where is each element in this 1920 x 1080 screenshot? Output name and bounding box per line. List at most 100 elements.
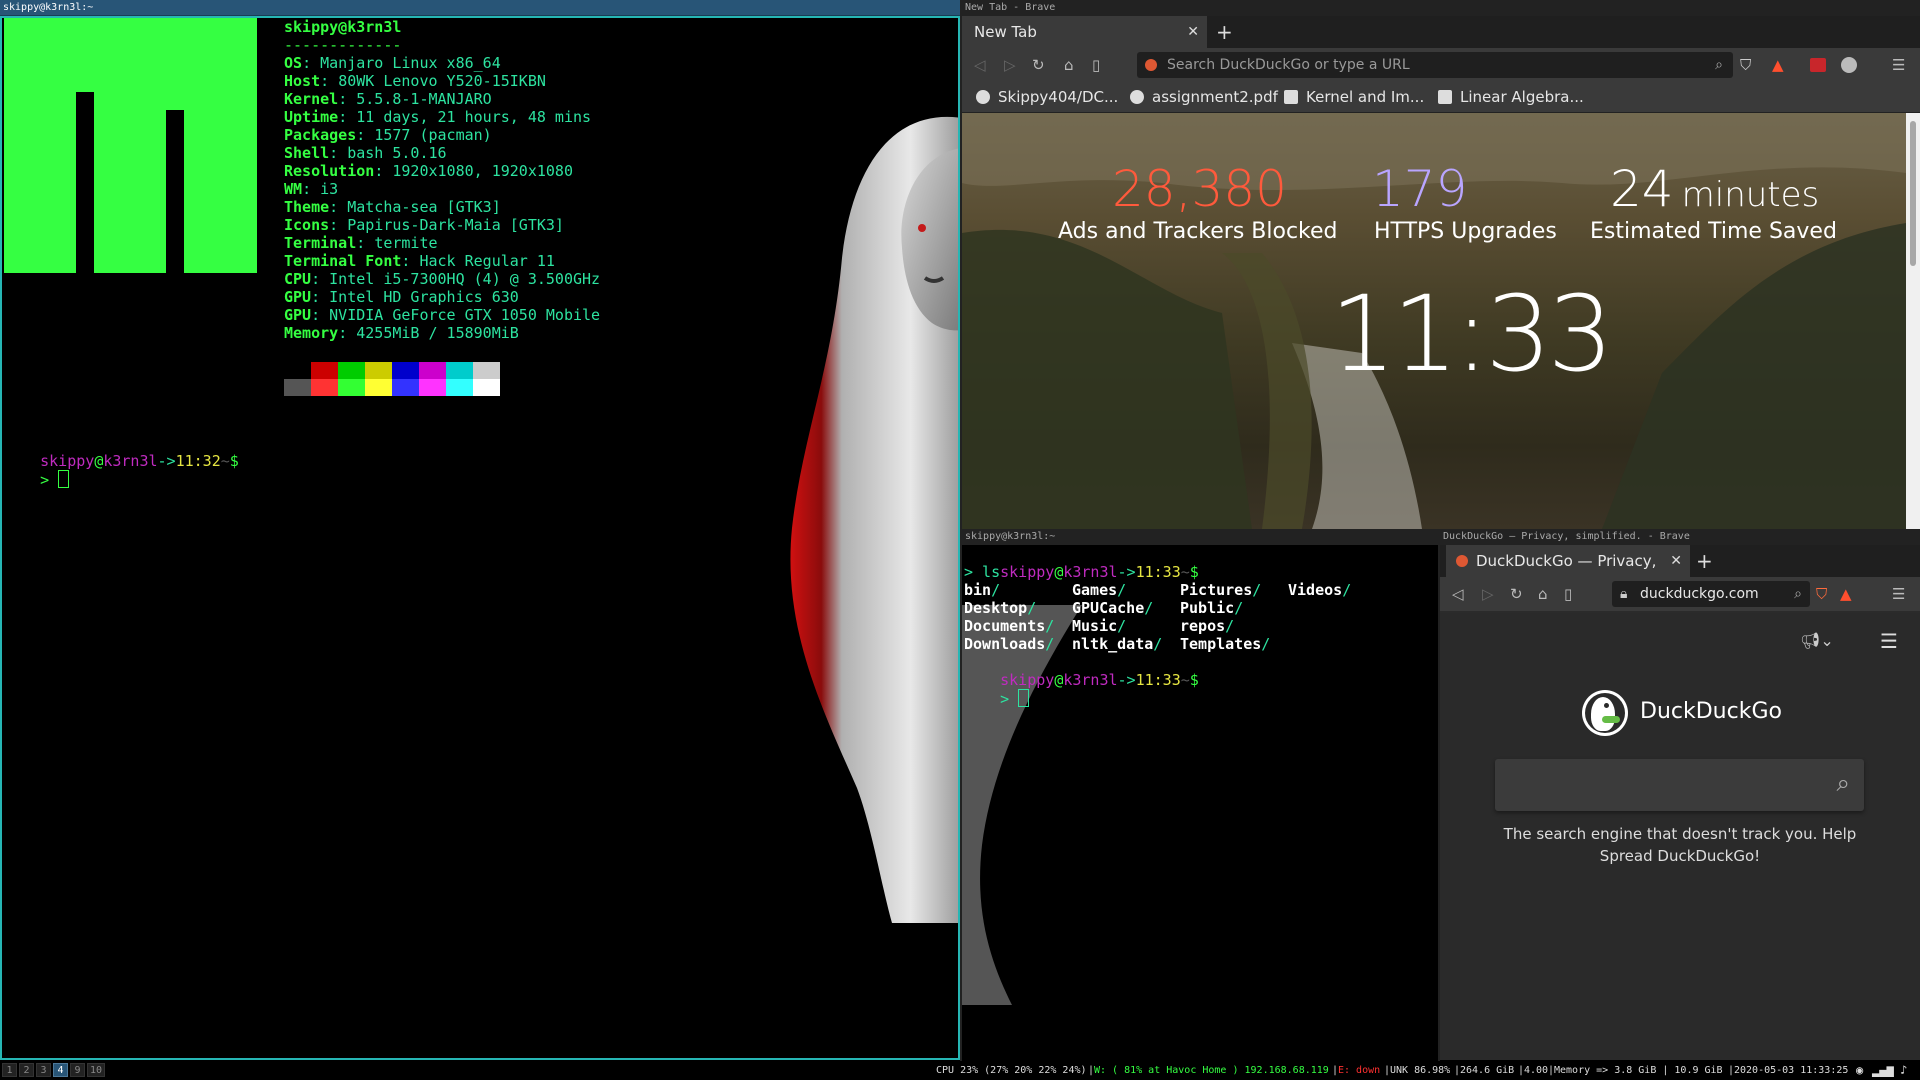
reload-icon[interactable]: ↻ (1510, 585, 1523, 603)
mid-terminal-window[interactable]: skippy@k3rn3l->11:33~$ > ls bin/Desktop/… (962, 545, 1438, 1060)
extension-compass-icon[interactable] (1841, 57, 1857, 73)
command-line[interactable]: > (4, 452, 70, 507)
neofetch-row: Icons: Papirus-Dark-Maia [GTK3] (284, 216, 564, 234)
bookmark-item-linear-algebra[interactable]: Linear Algebra... (1438, 82, 1584, 112)
close-tab-icon[interactable]: ✕ (1187, 16, 1199, 48)
workspace-button[interactable]: 9 (70, 1063, 85, 1077)
extension-icon[interactable] (1810, 58, 1826, 72)
duckduckgo-tagline: The search engine that doesn't track you… (1503, 825, 1857, 865)
directory-entry: Videos/ (1288, 581, 1352, 599)
datetime-status: 2020-05-03 11:33:25 (1734, 1065, 1849, 1076)
directory-entry: Public/ (1180, 599, 1244, 617)
brave-shields-icon[interactable]: ⛉ (1816, 585, 1827, 603)
tab-new-tab[interactable]: New Tab ✕ (962, 16, 1207, 48)
color-swatch (446, 362, 473, 379)
text-cursor (1018, 689, 1030, 707)
mid-command: > ls (964, 563, 1001, 581)
reload-icon[interactable]: ↻ (1032, 56, 1045, 74)
directory-entry: GPUCache/ (1072, 599, 1154, 617)
back-icon[interactable]: ◁ (974, 56, 986, 74)
directory-entry: Pictures/ (1180, 581, 1262, 599)
workspace-button[interactable]: 1 (2, 1063, 17, 1077)
bookmark-icon[interactable]: ▯ (1564, 585, 1572, 603)
color-swatch (284, 379, 311, 396)
new-tab-button[interactable]: + (1216, 16, 1233, 48)
neofetch-row: GPU: NVIDIA GeForce GTX 1050 Mobile (284, 306, 601, 324)
brave-window-newtab[interactable]: New Tab ✕ + ◁ ▷ ↻ ⌂ ▯ Search DuckDuckGo … (962, 16, 1920, 529)
neofetch-row: Terminal Font: Hack Regular 11 (284, 252, 555, 270)
brave-bottom-titlebar[interactable]: DuckDuckGo — Privacy, simplified. - Brav… (1440, 529, 1920, 545)
bookmark-item-assignment[interactable]: assignment2.pdf (1130, 82, 1278, 112)
neofetch-row: OS: Manjaro Linux x86_64 (284, 54, 501, 72)
bookmark-icon[interactable]: ▯ (1092, 56, 1100, 74)
neofetch-row: Resolution: 1920x1080, 1920x1080 (284, 162, 573, 180)
brave-rewards-icon[interactable]: ▲ (1772, 56, 1784, 74)
megaphone-icon[interactable]: 📢︎⌄ (1800, 631, 1834, 650)
color-swatch (311, 362, 338, 379)
neofetch-row: CPU: Intel i5-7300HQ (4) @ 3.500GHz (284, 270, 601, 288)
page-icon (1438, 90, 1452, 104)
hamburger-menu-icon[interactable]: ☰ (1880, 629, 1898, 653)
menu-icon[interactable]: ☰ (1892, 56, 1905, 74)
directory-entry: Desktop/ (964, 599, 1037, 617)
bookmark-item-github[interactable]: Skippy404/DC... (976, 82, 1118, 112)
discord-tray-icon[interactable]: ◉ (1856, 1061, 1863, 1080)
menu-icon[interactable]: ☰ (1892, 585, 1905, 603)
volume-tray-icon[interactable]: ♪ (1900, 1061, 1907, 1080)
address-bar[interactable]: Search DuckDuckGo or type a URL ⌕ (1137, 52, 1733, 78)
left-window-titlebar[interactable]: skippy@k3rn3l:~ (0, 0, 960, 16)
directory-entry: Templates/ (1180, 635, 1271, 653)
neofetch-userhost: skippy@k3rn3l (284, 18, 402, 36)
wifi-status: W: ( 81% at Havoc Home ) 192.168.68.119 (1094, 1065, 1329, 1076)
tab-duckduckgo[interactable]: DuckDuckGo — Privacy, sim ✕ (1446, 545, 1690, 577)
workspace-button[interactable]: 10 (87, 1063, 105, 1077)
https-upgrades-count: 179 (1372, 160, 1468, 218)
mid-terminal-titlebar[interactable]: skippy@k3rn3l:~ (962, 529, 1438, 545)
page-scrollbar[interactable] (1906, 113, 1920, 529)
workspace-button[interactable]: 2 (19, 1063, 34, 1077)
ads-blocked-label: Ads and Trackers Blocked (1058, 219, 1338, 244)
zoom-icon[interactable]: ⌕ (1715, 52, 1723, 78)
neofetch-row: Kernel: 5.5.8-1-MANJARO (284, 90, 492, 108)
workspace-button[interactable]: 3 (36, 1063, 51, 1077)
forward-icon[interactable]: ▷ (1004, 56, 1016, 74)
search-input[interactable]: ⌕ (1495, 759, 1864, 811)
text-cursor (58, 470, 70, 488)
ntp-clock: 11:33 (1330, 273, 1614, 395)
back-icon[interactable]: ◁ (1452, 585, 1464, 603)
time-saved-label: Estimated Time Saved (1590, 219, 1837, 244)
zoom-icon[interactable]: ⌕ (1794, 581, 1802, 607)
mid-command-line[interactable]: > (964, 671, 1030, 726)
https-upgrades-label: HTTPS Upgrades (1374, 219, 1557, 244)
tab-strip: New Tab ✕ + (962, 16, 1920, 48)
home-icon[interactable]: ⌂ (1538, 585, 1548, 603)
search-engine-icon (1145, 59, 1157, 71)
bookmark-item-kernel[interactable]: Kernel and Im... (1284, 82, 1424, 112)
brave-rewards-icon[interactable]: ▲ (1840, 585, 1852, 603)
scrollbar-thumb[interactable] (1910, 121, 1916, 266)
new-tab-button[interactable]: + (1696, 545, 1713, 577)
bookmarks-bar: Skippy404/DC... assignment2.pdf Kernel a… (962, 82, 1920, 113)
time-saved-count: 24 minutes (1610, 160, 1820, 218)
brave-shields-icon[interactable]: ⛉ (1740, 56, 1751, 74)
home-icon[interactable]: ⌂ (1064, 56, 1074, 74)
network-tray-icon[interactable]: ▂▄▆ (1872, 1061, 1894, 1080)
search-icon[interactable]: ⌕ (1837, 769, 1850, 797)
close-tab-icon[interactable]: ✕ (1670, 545, 1682, 577)
color-swatch (446, 379, 473, 396)
duckduckgo-logo-icon (1582, 690, 1628, 736)
address-bar[interactable]: 🔒︎ duckduckgo.com ⌕ (1612, 581, 1810, 607)
navigation-toolbar: ◁ ▷ ↻ ⌂ ▯ 🔒︎ duckduckgo.com ⌕ ⛉ ▲ ☰ (1440, 577, 1920, 611)
color-swatch (419, 362, 446, 379)
workspace-button[interactable]: 4 (53, 1063, 68, 1077)
brave-window-duckduckgo[interactable]: DuckDuckGo — Privacy, sim ✕ + ◁ ▷ ↻ ⌂ ▯ … (1440, 545, 1920, 1060)
directory-entry: Documents/ (964, 617, 1055, 635)
memory-status: Memory => 3.8 GiB | 10.9 GiB (1554, 1065, 1723, 1076)
color-swatch (311, 379, 338, 396)
brave-top-titlebar[interactable]: New Tab - Brave (962, 0, 1920, 16)
tab-strip: DuckDuckGo — Privacy, sim ✕ + (1440, 545, 1920, 577)
color-swatch (473, 362, 500, 379)
left-terminal-window[interactable]: skippy@k3rn3l ------------- OS: Manjaro … (0, 16, 960, 1060)
neofetch-row: GPU: Intel HD Graphics 630 (284, 288, 519, 306)
forward-icon[interactable]: ▷ (1482, 585, 1494, 603)
